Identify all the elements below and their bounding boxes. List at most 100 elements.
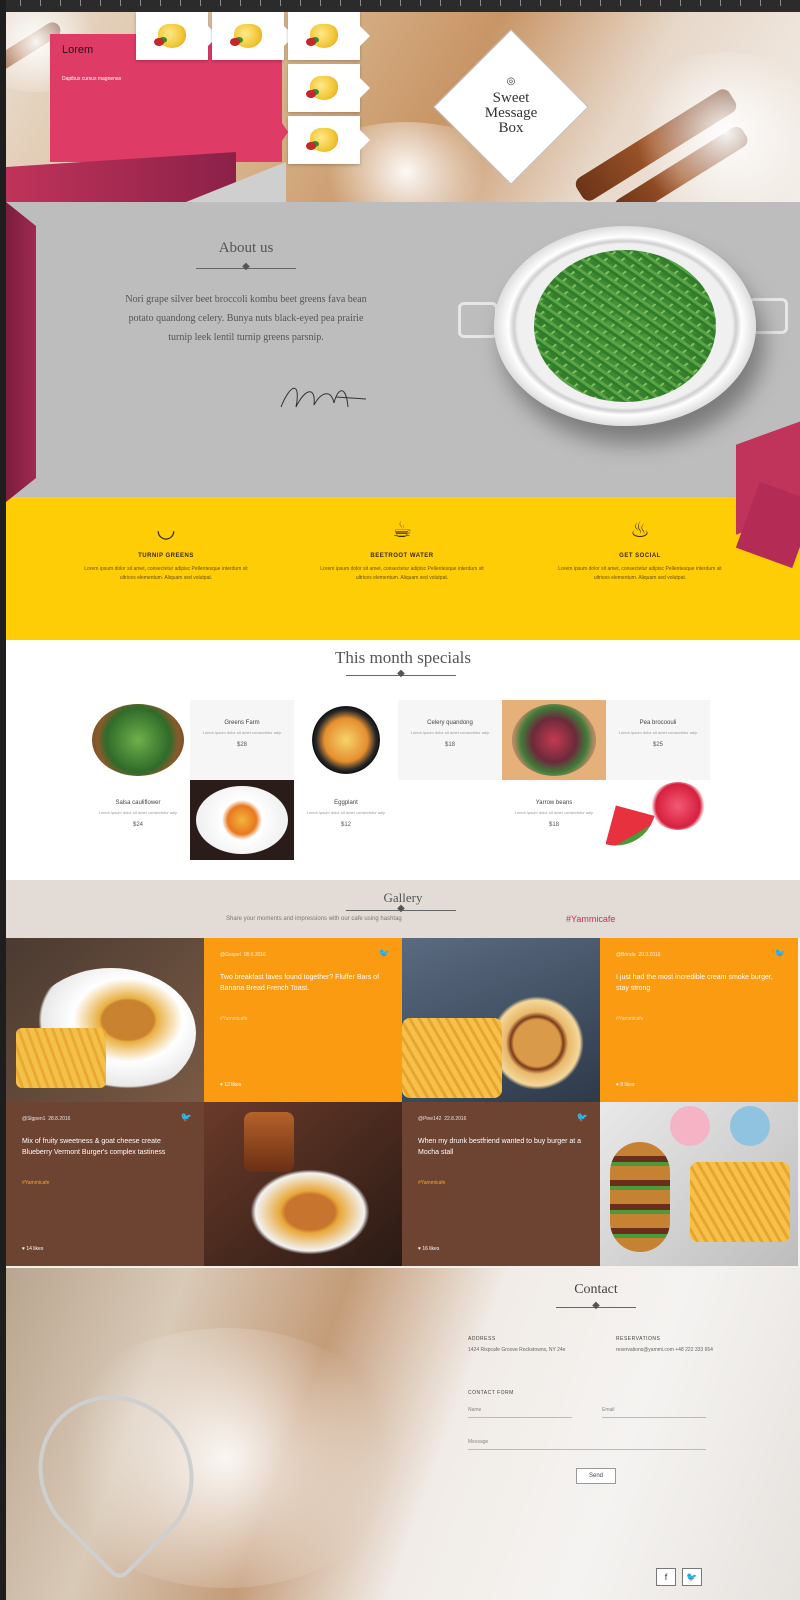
feature-item: ♨ Get social Lorem ipsum dolor sit amet,… — [550, 515, 730, 583]
post-hashtag[interactable]: #Yammicafe — [616, 1016, 643, 1022]
flour-dust — [626, 52, 800, 202]
special-name: Pea brocoouli — [639, 720, 677, 726]
burger-stack — [610, 1142, 670, 1252]
milkshake — [670, 1106, 710, 1146]
feature-item: ☕ Beetroot water Lorem ipsum dolor sit a… — [312, 515, 492, 583]
about-title: About us — [218, 240, 274, 256]
post-user: @Brinda — [616, 952, 636, 958]
heart-icon[interactable]: ♥ — [418, 1246, 421, 1252]
post-meta: @Pine142 22.8.2016 — [418, 1116, 466, 1122]
special-item[interactable]: Pea brocoouli Lorem ipsum dolor sit amet… — [606, 700, 710, 780]
special-item[interactable]: Eggplant Lorem ipsum dolor sit amet cons… — [294, 780, 398, 860]
dessert-thumb[interactable] — [136, 12, 218, 60]
dessert-thumb[interactable] — [288, 64, 370, 112]
gallery-hashtag[interactable]: #Yammicafe — [566, 914, 615, 924]
feature-text: Lorem ipsum dolor sit amet, consectetur … — [84, 566, 248, 581]
about-text: Nori grape silver beet broccoli kombu be… — [125, 294, 367, 343]
special-name: Salsa cauliflower — [115, 800, 161, 806]
salad-dish — [92, 704, 184, 776]
specials-title: This month specials — [335, 648, 471, 667]
message-field[interactable]: Message — [468, 1436, 706, 1450]
post-hashtag[interactable]: #Yammicafe — [418, 1180, 445, 1186]
ruler — [0, 0, 800, 12]
social-post[interactable]: @Pine142 22.8.2016 🐦 When my drunk bestf… — [402, 1102, 600, 1266]
post-likes[interactable]: ♥ 16 likes — [418, 1246, 439, 1252]
post-text: Two breakfast faves found together? Fluf… — [220, 974, 380, 992]
post-hashtag[interactable]: #Yammicafe — [220, 1016, 247, 1022]
page: Lorem Dapibus cursus magnenas ◎ Sweet Me… — [6, 12, 800, 1600]
twitter-icon[interactable]: 🐦 — [682, 1568, 702, 1586]
burger-photo[interactable] — [204, 1102, 402, 1266]
post-date: 20.3.2016 — [638, 952, 661, 958]
post-text: I just had the most incredible cream smo… — [616, 974, 773, 992]
logo[interactable]: ◎ Sweet Message Box — [456, 74, 566, 136]
gallery-subtitle: Share your moments and impressions with … — [226, 916, 402, 922]
heart-icon[interactable]: ♥ — [220, 1082, 223, 1088]
special-desc: Lorem ipsum dolor sit amet consectetur a… — [202, 730, 282, 735]
special-desc: Lorem ipsum dolor sit amet consectetur a… — [98, 810, 178, 815]
special-image[interactable] — [86, 700, 190, 780]
feature-title: Turnip greens — [138, 553, 194, 559]
ornament-divider — [196, 265, 296, 273]
special-name: Eggplant — [334, 800, 358, 806]
colander-handle — [458, 302, 498, 338]
post-likes[interactable]: ♥ 8 likes — [616, 1082, 635, 1088]
special-item[interactable]: Yarrow beans Lorem ipsum dolor sit amet … — [502, 780, 606, 860]
burger-photo[interactable] — [600, 1102, 798, 1266]
feature-title: Get social — [619, 553, 661, 559]
twitter-icon[interactable]: 🐦 — [379, 948, 390, 959]
logo-line1: Sweet — [492, 90, 530, 106]
special-item[interactable]: Celery quandong Lorem ipsum dolor sit am… — [398, 700, 502, 780]
likes-count: 16 likes — [422, 1246, 440, 1252]
post-likes[interactable]: ♥ 12 likes — [220, 1082, 241, 1088]
twitter-icon[interactable]: 🐦 — [775, 948, 786, 959]
facebook-icon[interactable]: f — [656, 1568, 676, 1586]
ornament-divider — [346, 672, 456, 680]
send-button[interactable]: Send — [576, 1468, 616, 1484]
post-hashtag[interactable]: #Yammicafe — [22, 1180, 49, 1186]
burger-photo[interactable] — [6, 938, 204, 1102]
special-desc: Lorem ipsum dolor sit amet consectetur a… — [514, 810, 594, 815]
signature-image — [280, 387, 367, 408]
name-field[interactable]: Name — [468, 1404, 572, 1418]
contact-section: Contact Address 1424 Rispcafe Groove Roc… — [6, 1268, 800, 1600]
burger-photo[interactable] — [402, 938, 600, 1102]
drink-dish — [650, 782, 706, 830]
berry — [230, 38, 240, 46]
special-item[interactable]: Salsa cauliflower Lorem ipsum dolor sit … — [86, 780, 190, 860]
green-beans — [534, 250, 716, 402]
post-text: Mix of fruity sweetness & goat cheese cr… — [22, 1138, 166, 1156]
heart-icon[interactable]: ♥ — [22, 1246, 25, 1252]
special-image[interactable] — [606, 780, 710, 860]
special-image[interactable] — [190, 780, 294, 860]
reservations-text[interactable]: reservations@yammi.com +48 222 333 654 — [616, 1346, 716, 1354]
feature-item: ◡ Turnip greens Lorem ipsum dolor sit am… — [76, 515, 256, 583]
post-text: When my drunk bestfriend wanted to buy b… — [418, 1138, 582, 1156]
post-likes[interactable]: ♥ 14 likes — [22, 1246, 43, 1252]
special-image[interactable] — [294, 700, 398, 780]
teapot-icon: ☕ — [392, 517, 412, 542]
twitter-icon[interactable]: 🐦 — [181, 1112, 192, 1123]
specials-section: This month specials Greens Farm Lorem ip… — [6, 640, 800, 880]
dessert-thumb[interactable] — [212, 12, 294, 60]
special-image[interactable] — [502, 700, 606, 780]
dessert-thumb[interactable] — [288, 116, 370, 164]
dessert-thumb[interactable] — [288, 12, 370, 60]
special-item[interactable]: Greens Farm Lorem ipsum dolor sit amet c… — [190, 700, 294, 780]
feature-text: Lorem ipsum dolor sit amet, consectetur … — [320, 566, 484, 581]
burger-plate — [240, 1162, 380, 1262]
berry — [306, 142, 316, 150]
twitter-icon[interactable]: 🐦 — [577, 1112, 588, 1123]
pan-dish — [312, 706, 380, 774]
fries — [402, 1018, 502, 1098]
social-post[interactable]: @Brinda 20.3.2016 🐦 I just had the most … — [600, 938, 798, 1102]
special-desc: Lorem ipsum dolor sit amet consectetur a… — [618, 730, 698, 735]
about-section: About us Nori grape silver beet broccoli… — [6, 202, 800, 497]
hero-section: Lorem Dapibus cursus magnenas ◎ Sweet Me… — [6, 12, 800, 202]
social-post[interactable]: @Slgpen1 28.8.2016 🐦 Mix of fruity sweet… — [6, 1102, 204, 1266]
social-post[interactable]: @Gospel 08.6.2016 🐦 Two breakfast faves … — [204, 938, 402, 1102]
email-field[interactable]: Email — [602, 1404, 706, 1418]
address-label: Address — [468, 1336, 496, 1342]
logo-icon: ◎ — [506, 76, 516, 87]
heart-icon[interactable]: ♥ — [616, 1082, 619, 1088]
